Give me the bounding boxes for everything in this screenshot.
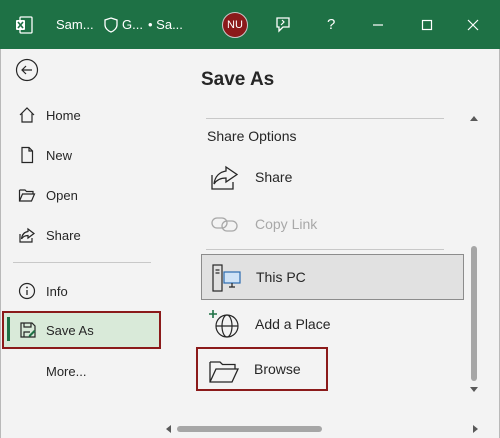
link-icon bbox=[209, 208, 241, 240]
nav-item-more[interactable]: More... bbox=[2, 353, 161, 389]
add-place-globe-icon bbox=[209, 308, 241, 340]
browse-label: Browse bbox=[254, 361, 301, 377]
horizontal-scroll-thumb[interactable] bbox=[177, 426, 322, 432]
this-pc-option[interactable]: This PC bbox=[201, 254, 464, 300]
scroll-right-icon[interactable] bbox=[472, 424, 480, 434]
info-icon bbox=[18, 282, 36, 300]
maximize-icon[interactable] bbox=[421, 0, 433, 49]
folder-icon bbox=[208, 355, 240, 387]
new-document-icon bbox=[18, 146, 36, 164]
scroll-down-icon[interactable] bbox=[469, 386, 479, 394]
nav-item-home[interactable]: Home bbox=[2, 97, 161, 133]
share-option-label: Share bbox=[255, 169, 293, 185]
nav-item-label: Share bbox=[46, 227, 81, 243]
nav-item-open[interactable]: Open bbox=[2, 177, 161, 213]
divider bbox=[206, 118, 444, 119]
scroll-up-icon[interactable] bbox=[469, 114, 479, 122]
nav-item-label: More... bbox=[46, 363, 87, 379]
save-status[interactable]: • Sa... bbox=[148, 0, 183, 49]
copy-link-label: Copy Link bbox=[255, 216, 318, 232]
share-icon bbox=[18, 226, 36, 244]
share-option[interactable]: Share bbox=[201, 155, 464, 199]
nav-item-label: New bbox=[46, 147, 73, 163]
nav-item-share[interactable]: Share bbox=[2, 217, 161, 253]
save-as-pane: Save As Share Options Share Copy Link Th… bbox=[161, 49, 500, 438]
backstage-nav: Home New Open Share Info Save As More... bbox=[0, 49, 161, 438]
computer-icon bbox=[210, 262, 242, 294]
shield-icon[interactable] bbox=[104, 0, 118, 49]
nav-item-info[interactable]: Info bbox=[2, 273, 161, 309]
nav-item-label: Open bbox=[46, 187, 78, 203]
close-icon[interactable] bbox=[467, 0, 479, 49]
page-title: Save As bbox=[201, 69, 275, 90]
back-arrow-icon[interactable] bbox=[15, 58, 39, 87]
vertical-scrollbar[interactable] bbox=[465, 114, 483, 394]
nav-item-label: Save As bbox=[46, 322, 94, 338]
scroll-left-icon[interactable] bbox=[164, 424, 172, 434]
vertical-scroll-thumb[interactable] bbox=[471, 246, 477, 381]
save-as-icon bbox=[19, 321, 37, 339]
nav-divider bbox=[13, 262, 151, 263]
open-folder-icon bbox=[18, 186, 36, 204]
this-pc-label: This PC bbox=[256, 269, 306, 285]
horizontal-scrollbar[interactable] bbox=[161, 421, 483, 437]
nav-item-label: Info bbox=[46, 283, 68, 299]
add-a-place-label: Add a Place bbox=[255, 316, 331, 332]
avatar[interactable]: NU bbox=[222, 12, 248, 38]
copy-link-option[interactable]: Copy Link bbox=[201, 202, 464, 246]
nav-item-save-as[interactable]: Save As bbox=[2, 311, 161, 349]
feedback-icon[interactable] bbox=[274, 0, 292, 49]
share-options-heading: Share Options bbox=[207, 128, 297, 144]
minimize-icon[interactable] bbox=[372, 0, 384, 49]
nav-item-new[interactable]: New bbox=[2, 137, 161, 173]
title-bar: Sam... G... • Sa... NU ? bbox=[0, 0, 500, 49]
sensitivity-label[interactable]: G... bbox=[122, 0, 143, 49]
selected-indicator bbox=[7, 317, 10, 341]
divider bbox=[206, 249, 444, 250]
add-a-place-option[interactable]: Add a Place bbox=[201, 302, 464, 346]
home-icon bbox=[18, 106, 36, 124]
share-icon bbox=[209, 161, 241, 193]
browse-option[interactable]: Browse bbox=[196, 347, 328, 391]
excel-logo-icon[interactable] bbox=[14, 0, 34, 49]
help-icon[interactable]: ? bbox=[327, 0, 335, 49]
document-filename[interactable]: Sam... bbox=[56, 0, 94, 49]
nav-item-label: Home bbox=[46, 107, 81, 123]
